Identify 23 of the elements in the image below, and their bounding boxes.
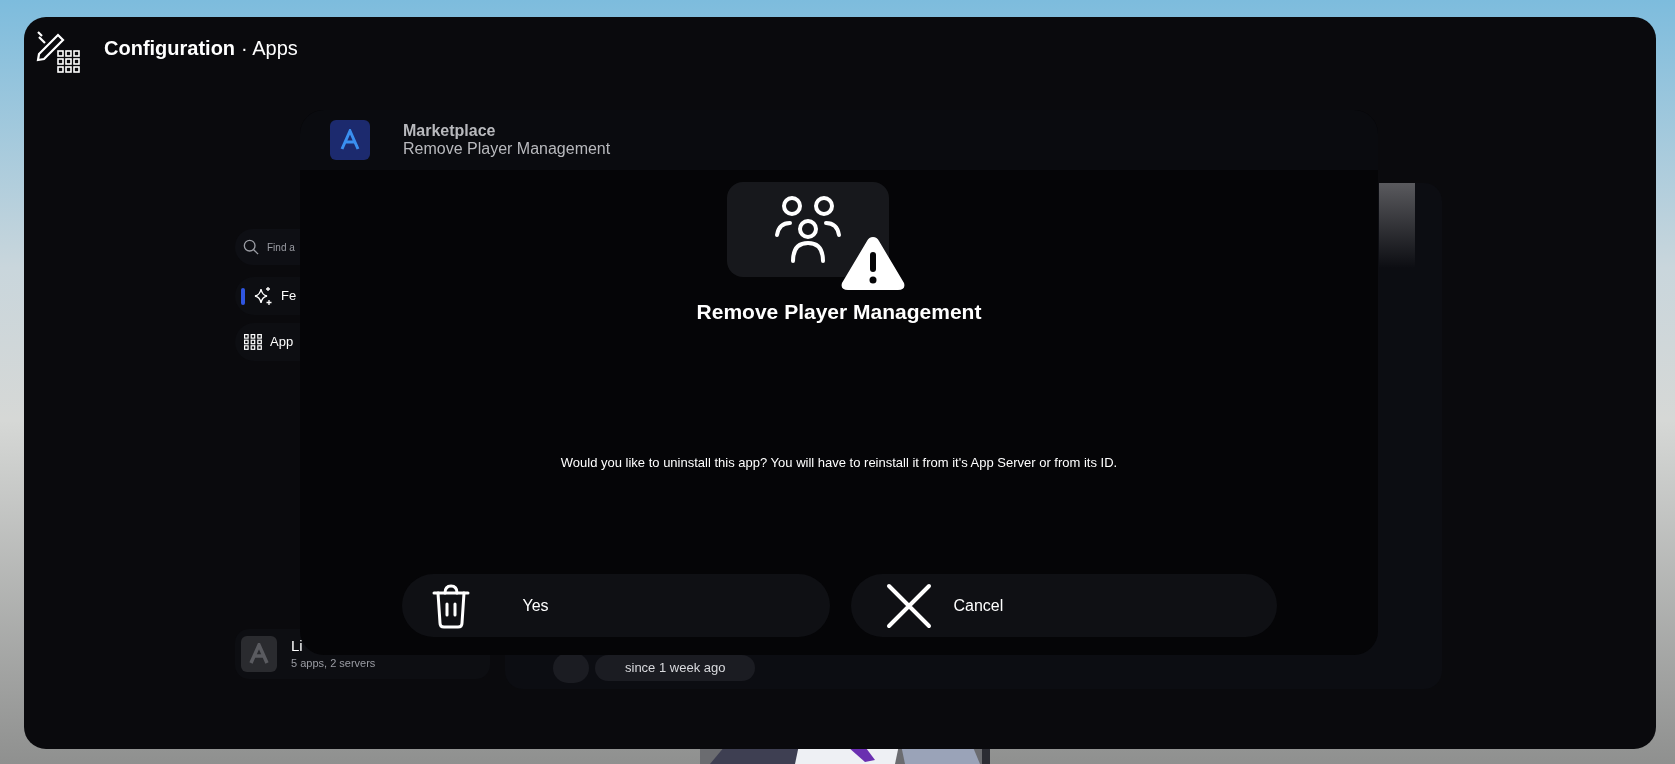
marketplace-logo-icon xyxy=(330,120,370,160)
close-icon xyxy=(885,582,932,629)
pencil-grid-icon xyxy=(36,29,82,75)
trash-icon xyxy=(431,582,470,629)
sparkles-icon xyxy=(253,286,273,306)
search-icon xyxy=(243,239,259,255)
dialog-source: Marketplace xyxy=(403,122,497,140)
library-title: Li xyxy=(291,636,304,655)
people-icon xyxy=(772,194,843,265)
grid-icon xyxy=(244,334,262,350)
selection-bar xyxy=(241,287,245,305)
app-title: Configuration xyxy=(104,36,236,61)
status-icon xyxy=(553,653,589,683)
dialog-title: Remove Player Management xyxy=(696,299,982,325)
section-label: · Apps xyxy=(241,36,298,61)
dialog-message: Would you like to uninstall this app? You will have to reinstall it from it's App Server or from its ID. xyxy=(560,453,1118,472)
yes-button[interactable]: Yes xyxy=(401,574,830,637)
app-logo-icon xyxy=(241,636,277,672)
cancel-button[interactable]: Cancel xyxy=(850,574,1277,637)
status-chip: since 1 week ago xyxy=(595,655,756,681)
warning-icon xyxy=(839,235,906,292)
library-subtitle: 5 apps, 2 servers xyxy=(291,655,376,671)
dialog-subtitle: Remove Player Management xyxy=(403,140,611,158)
